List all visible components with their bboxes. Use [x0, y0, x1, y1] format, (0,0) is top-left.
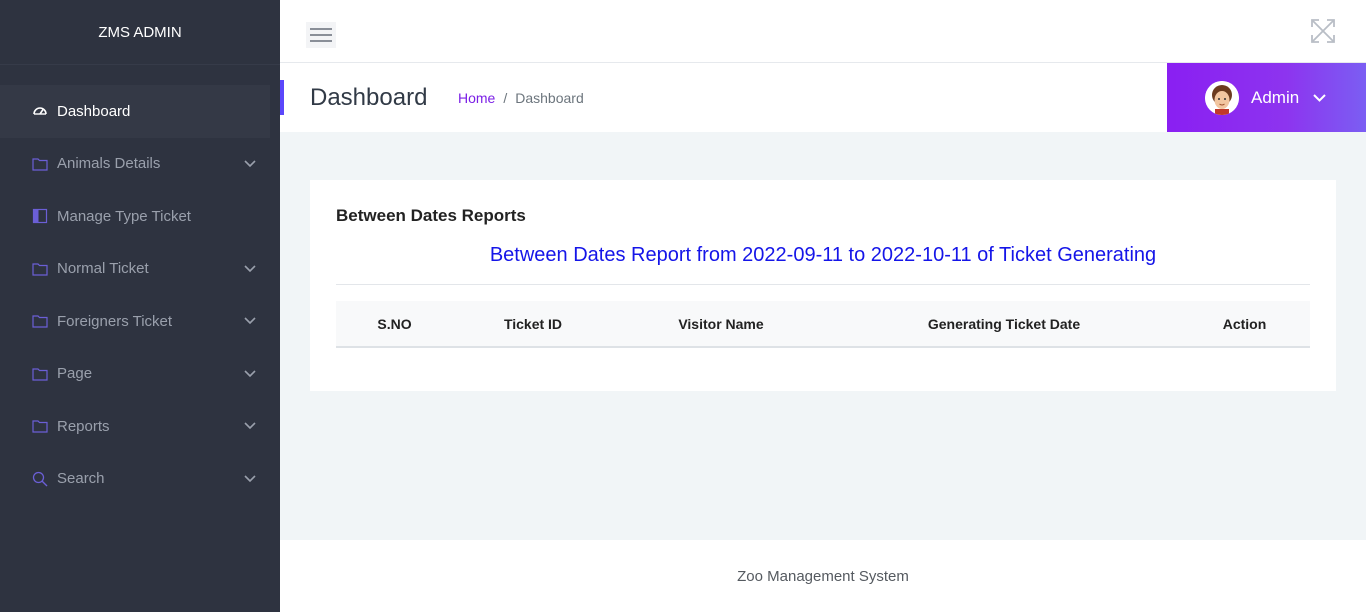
footer-text: Zoo Management System: [737, 567, 909, 585]
chevron-down-icon: [244, 473, 256, 485]
sidebar-item-foreigners-ticket[interactable]: Foreigners Ticket: [0, 295, 280, 348]
sidebar-item-label: Search: [57, 470, 105, 488]
sidebar-item-label: Page: [57, 365, 93, 383]
chevron-down-icon: [244, 368, 256, 380]
breadcrumb-home-link[interactable]: Home: [458, 90, 495, 106]
page-title: Dashboard: [310, 84, 428, 111]
sidebar-nav: Dashboard Animals Details Manage Type Ti…: [0, 65, 280, 505]
sidebar-item-animals-details[interactable]: Animals Details: [0, 138, 280, 191]
brand-title[interactable]: ZMS ADMIN: [0, 0, 280, 65]
chevron-down-icon: [244, 263, 256, 275]
chevron-down-icon: [1313, 89, 1326, 107]
hamburger-line: [310, 34, 332, 36]
folder-icon: [32, 261, 48, 277]
breadcrumb-separator: /: [503, 90, 508, 106]
sidebar-item-normal-ticket[interactable]: Normal Ticket: [0, 243, 280, 296]
table-header-row: S.NO Ticket ID Visitor Name Generating T…: [336, 301, 1310, 348]
column-header-sno: S.NO: [336, 301, 453, 348]
search-icon: [32, 471, 48, 487]
report-table: S.NO Ticket ID Visitor Name Generating T…: [336, 301, 1310, 348]
sidebar-item-label: Animals Details: [57, 155, 161, 173]
hamburger-line: [310, 28, 332, 30]
user-menu-button[interactable]: Admin: [1167, 63, 1366, 132]
sidebar-item-label: Dashboard: [57, 102, 131, 120]
top-header: [280, 0, 1366, 63]
chevron-down-icon: [244, 158, 256, 170]
sidebar-item-dashboard[interactable]: Dashboard: [0, 85, 270, 138]
title-accent-bar: [280, 80, 284, 115]
fullscreen-icon[interactable]: [1310, 18, 1336, 44]
sidebar-item-manage-type-ticket[interactable]: Manage Type Ticket: [0, 190, 280, 243]
sidebar-item-search[interactable]: Search: [0, 453, 280, 506]
sidebar-item-reports[interactable]: Reports: [0, 400, 280, 453]
folder-icon: [32, 366, 48, 382]
divider: [336, 284, 1310, 285]
sidebar-item-label: Normal Ticket: [57, 260, 149, 278]
breadcrumb: Home / Dashboard: [458, 90, 584, 106]
column-header-ticket-id: Ticket ID: [453, 301, 613, 348]
sidebar-item-label: Reports: [57, 417, 110, 435]
menu-toggle-button[interactable]: [306, 22, 336, 48]
column-header-visitor-name: Visitor Name: [613, 301, 829, 348]
column-header-generating-ticket-date: Generating Ticket Date: [829, 301, 1179, 348]
sidebar-item-page[interactable]: Page: [0, 348, 280, 401]
sidebar-item-label: Foreigners Ticket: [57, 312, 173, 330]
report-card: Between Dates Reports Between Dates Repo…: [310, 180, 1336, 391]
chevron-down-icon: [244, 420, 256, 432]
card-title: Between Dates Reports: [336, 206, 526, 225]
folder-icon: [32, 156, 48, 172]
footer: Zoo Management System: [280, 540, 1366, 612]
sidebar: ZMS ADMIN Dashboard Animals Details Mana…: [0, 0, 280, 612]
breadcrumb-current: Dashboard: [515, 90, 584, 106]
book-icon: [32, 208, 48, 224]
hamburger-line: [310, 40, 332, 42]
sidebar-item-label: Manage Type Ticket: [57, 207, 191, 225]
report-heading: Between Dates Report from 2022-09-11 to …: [489, 244, 1157, 266]
dashboard-gauge-icon: [32, 103, 48, 119]
avatar: [1205, 80, 1239, 115]
column-header-action: Action: [1179, 301, 1310, 348]
folder-icon: [32, 418, 48, 434]
page-header: Dashboard Home / Dashboard Admin: [280, 63, 1366, 132]
chevron-down-icon: [244, 315, 256, 327]
folder-icon: [32, 313, 48, 329]
user-name: Admin: [1251, 87, 1300, 107]
